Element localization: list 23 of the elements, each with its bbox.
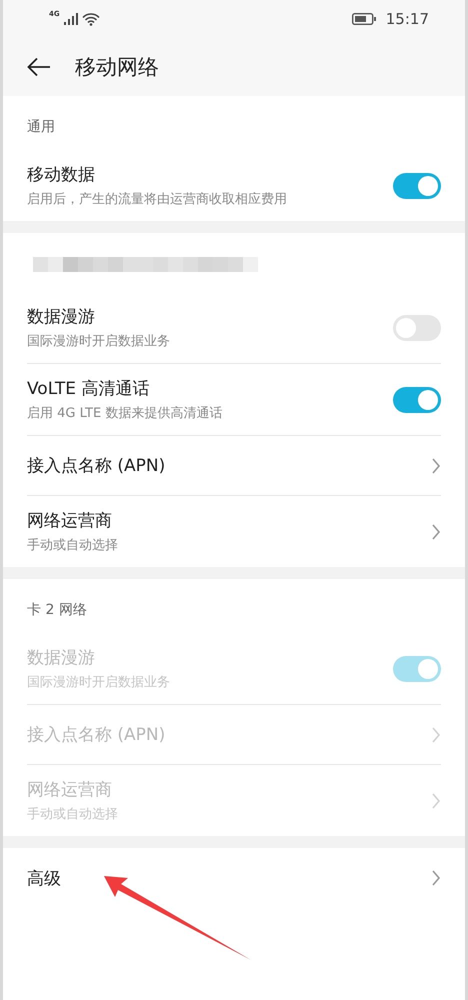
section-title: 通用 (26, 118, 56, 137)
clock-time: 15:17 (386, 10, 429, 28)
setting-description: 手动或自动选择 (27, 806, 119, 823)
setting-label[interactable]: 高级 (27, 866, 431, 890)
setting-description: 国际漫游时开启数据业务 (27, 674, 171, 691)
setting-label[interactable]: 数据漫游 (27, 305, 393, 328)
toggle-switch[interactable] (393, 314, 441, 340)
setting-description: 启用后，产生的流量将由运营商收取相应费用 (27, 191, 288, 208)
battery-icon (352, 13, 376, 25)
setting-description: 启用 4G LTE 数据来提供高清通话 (27, 405, 224, 422)
back-arrow-icon[interactable] (27, 57, 51, 77)
setting-label[interactable]: 网络运营商 (27, 509, 431, 532)
toggle-switch[interactable] (393, 172, 441, 198)
signal-icon (64, 13, 78, 25)
section-title: 卡 2 网络 (26, 601, 88, 620)
setting-label[interactable]: 移动数据 (27, 163, 393, 186)
page-title: 移动网络 (75, 54, 159, 81)
setting-description: 国际漫游时开启数据业务 (27, 333, 171, 350)
setting-label[interactable]: VoLTE 高清通话 (27, 377, 393, 400)
toggle-switch[interactable] (393, 386, 441, 412)
setting-description: 手动或自动选择 (27, 537, 119, 554)
wifi-icon (82, 12, 100, 26)
setting-label[interactable]: 接入点名称 (APN) (27, 454, 431, 477)
